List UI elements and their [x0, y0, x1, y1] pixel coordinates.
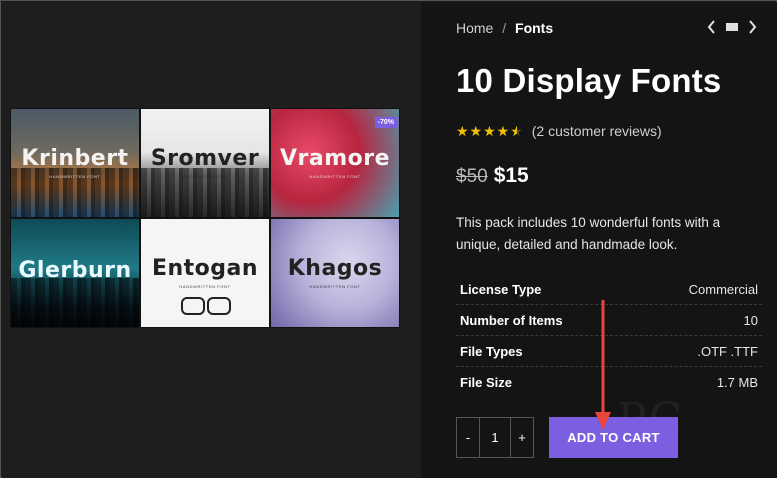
- breadcrumb-home-link[interactable]: Home: [456, 20, 493, 36]
- spec-row: License Type Commercial: [456, 274, 762, 305]
- chevron-left-icon[interactable]: [707, 20, 716, 38]
- product-image[interactable]: Krinbert Handwritten Font Sromver Handwr…: [10, 108, 400, 328]
- quantity-stepper: - 1 +: [456, 417, 534, 458]
- product-description: This pack includes 10 wonderful fonts wi…: [456, 215, 721, 252]
- tile-title: Khagos: [287, 255, 383, 281]
- chevron-right-icon[interactable]: [748, 20, 757, 38]
- price: $50 $15: [456, 164, 529, 188]
- star-rating-icon: ★★★★★ ★★★★★: [456, 123, 524, 139]
- tile-subtitle: Handwritten Font: [179, 283, 231, 289]
- breadcrumb-separator: /: [502, 20, 507, 36]
- tile-subtitle: Handwritten Font: [309, 283, 361, 289]
- spec-value: .OTF .TTF: [697, 343, 758, 359]
- spec-value: 10: [743, 312, 758, 328]
- spec-label: File Types: [460, 343, 523, 359]
- spec-row: File Types .OTF .TTF: [456, 336, 762, 367]
- font-tile-khagos: Khagos Handwritten Font: [270, 218, 400, 328]
- tile-subtitle: Handwritten Font: [309, 173, 361, 179]
- review-count-link[interactable]: (2 customer reviews): [532, 123, 662, 139]
- product-title: 10 Display Fonts: [456, 62, 722, 99]
- tile-subtitle: Handwritten Font: [179, 173, 231, 179]
- product-specs-table: License Type Commercial Number of Items …: [456, 274, 762, 398]
- tile-subtitle: Handwritten Font: [49, 173, 101, 179]
- add-to-cart-button[interactable]: ADD TO CART: [549, 417, 678, 458]
- spec-row: File Size 1.7 MB: [456, 367, 762, 398]
- font-tile-sromver: Sromver Handwritten Font: [140, 108, 270, 218]
- glasses-icon: [181, 297, 231, 315]
- tile-title: Sromver: [150, 145, 260, 171]
- breadcrumb: Home / Fonts: [456, 20, 553, 36]
- spec-label: License Type: [460, 281, 542, 297]
- product-gallery: Krinbert Handwritten Font Sromver Handwr…: [2, 2, 421, 478]
- font-tile-krinbert: Krinbert Handwritten Font: [10, 108, 140, 218]
- product-nav: [707, 20, 757, 38]
- spec-value: Commercial: [688, 281, 758, 297]
- product-rating: ★★★★★ ★★★★★ (2 customer reviews): [456, 123, 662, 139]
- quantity-decrease-button[interactable]: -: [457, 418, 479, 457]
- quantity-increase-button[interactable]: +: [511, 418, 533, 457]
- tile-title: Glerburn: [18, 258, 132, 283]
- product-summary: Home / Fonts 10 Display Fonts ★★★★★ ★★★★…: [421, 2, 777, 478]
- tile-title: Vramore: [279, 145, 391, 171]
- spec-row: Number of Items 10: [456, 305, 762, 336]
- quantity-input[interactable]: 1: [479, 418, 511, 457]
- old-price: $50: [456, 166, 488, 187]
- sale-price: $15: [493, 164, 529, 187]
- discount-badge: -70%: [374, 117, 397, 128]
- tile-title: Krinbert: [21, 145, 129, 171]
- spec-value: 1.7 MB: [716, 375, 758, 390]
- tile-title: Entogan: [151, 255, 259, 281]
- spec-label: Number of Items: [460, 312, 563, 328]
- grid-icon[interactable]: [726, 23, 738, 35]
- font-tile-entogan: Entogan Handwritten Font: [140, 218, 270, 328]
- breadcrumb-current[interactable]: Fonts: [515, 20, 553, 36]
- spec-label: File Size: [460, 375, 513, 390]
- tile-background: [11, 278, 139, 327]
- font-tile-glerburn: Glerburn: [10, 218, 140, 328]
- page-frame: Krinbert Handwritten Font Sromver Handwr…: [0, 0, 777, 478]
- font-tile-vramore: -70% Vramore Handwritten Font: [270, 108, 400, 218]
